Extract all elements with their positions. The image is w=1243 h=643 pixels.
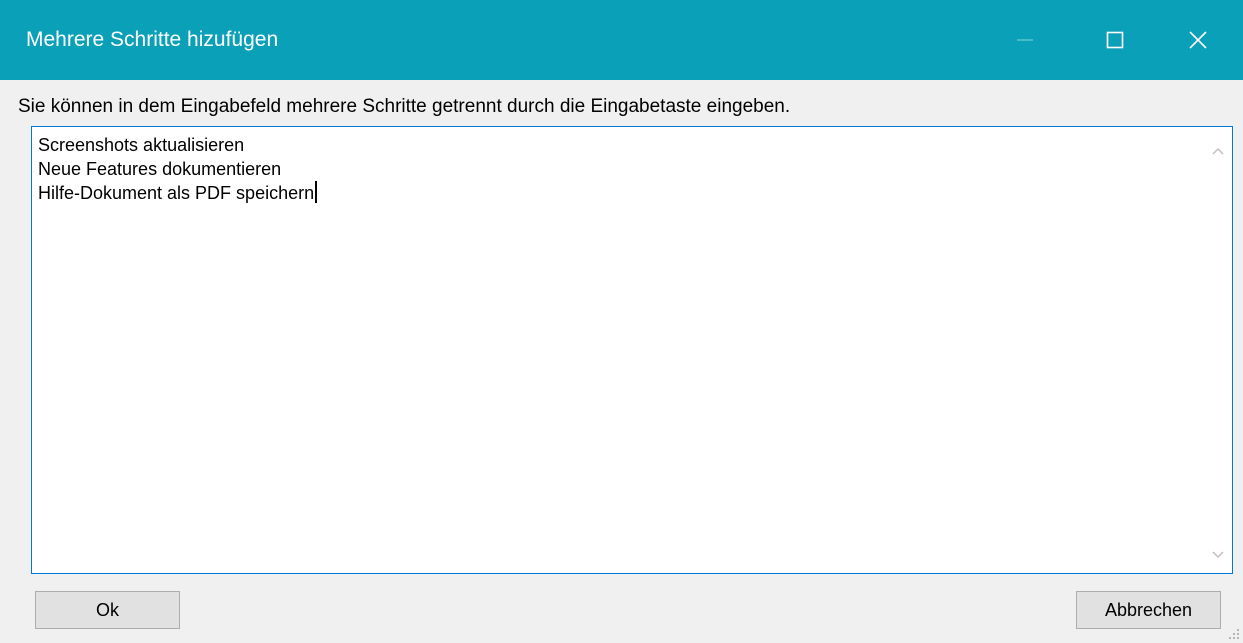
cancel-button[interactable]: Abbrechen (1076, 591, 1221, 629)
step-line: Screenshots aktualisieren (38, 135, 245, 155)
chevron-up-icon (1212, 147, 1224, 155)
scroll-down-button[interactable] (1204, 541, 1232, 569)
title-bar[interactable]: Mehrere Schritte hizufügen (0, 0, 1243, 80)
steps-text[interactable]: Screenshots aktualisieren Neue Features … (38, 133, 1202, 569)
steps-textarea[interactable]: Screenshots aktualisieren Neue Features … (31, 126, 1233, 574)
ok-button[interactable]: Ok (35, 591, 180, 629)
step-line: Neue Features dokumentieren (38, 159, 282, 179)
maximize-icon (1106, 31, 1124, 49)
step-line-text: Hilfe-Dokument als PDF speichern (38, 183, 315, 203)
dialog-window: Mehrere Schritte hizufügen Sie können in… (0, 0, 1243, 643)
instruction-label: Sie können in dem Eingabefeld mehrere Sc… (18, 96, 791, 117)
maximize-button[interactable] (1070, 0, 1160, 80)
window-title: Mehrere Schritte hizufügen (26, 28, 279, 51)
scroll-up-button[interactable] (1204, 137, 1232, 165)
resize-grip-icon[interactable] (1225, 625, 1241, 641)
text-caret (315, 181, 318, 203)
minimize-button (980, 0, 1070, 80)
minimize-icon (1017, 39, 1033, 41)
chevron-down-icon (1212, 551, 1224, 559)
close-button[interactable] (1153, 0, 1243, 80)
step-line-last: Hilfe-Dokument als PDF speichern (38, 181, 1202, 205)
vertical-scrollbar[interactable] (1204, 127, 1232, 573)
close-icon (1189, 31, 1207, 49)
